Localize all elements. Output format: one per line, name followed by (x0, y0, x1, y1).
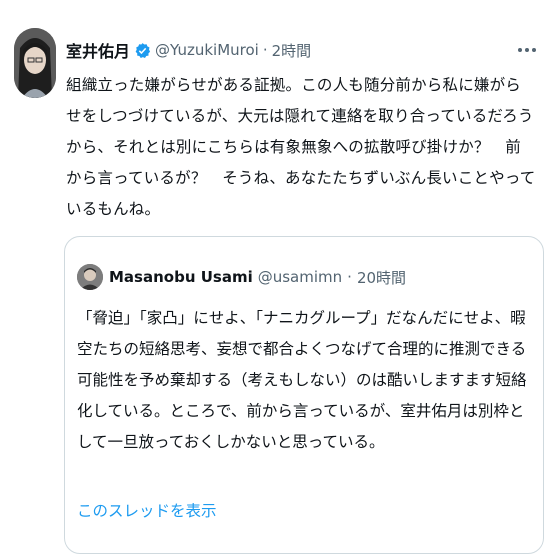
author-name[interactable]: 室井佑月 (66, 38, 130, 62)
author-handle[interactable]: @YuzukiMuroi (155, 41, 259, 59)
quote-text: 「脅迫」「家凸」にせよ、「ナニカグループ」だなんだにせよ、暇空たちの短絡思考、妄… (77, 309, 527, 451)
quote-author-handle[interactable]: @usamimn (258, 268, 342, 286)
verified-icon (135, 42, 151, 58)
quote-author-name[interactable]: Masanobu Usami (109, 268, 253, 286)
tweet-time[interactable]: 2時間 (272, 40, 312, 61)
dot-separator: · (347, 268, 352, 286)
quote-header: Masanobu Usami @usamimn · 20時間 (77, 263, 406, 291)
tweet-header: 室井佑月 @YuzukiMuroi · 2時間 (66, 38, 311, 62)
tweet-card: 室井佑月 @YuzukiMuroi · 2時間 組織立った嫌がらせがある証拠。こ… (4, 4, 546, 554)
quote-time[interactable]: 20時間 (357, 267, 406, 288)
quoted-tweet[interactable]: Masanobu Usami @usamimn · 20時間 「脅迫」「家凸」に… (64, 236, 544, 554)
author-avatar[interactable] (14, 28, 56, 98)
dot-separator: · (262, 41, 268, 59)
tweet-text: 組織立った嫌がらせがある証拠。この人も随分前から私に嫌がらせをしつづけているが、… (66, 76, 536, 218)
quote-author-avatar[interactable] (77, 264, 103, 290)
more-icon[interactable] (514, 40, 540, 60)
show-thread-link[interactable]: このスレッドを表示 (77, 499, 217, 521)
